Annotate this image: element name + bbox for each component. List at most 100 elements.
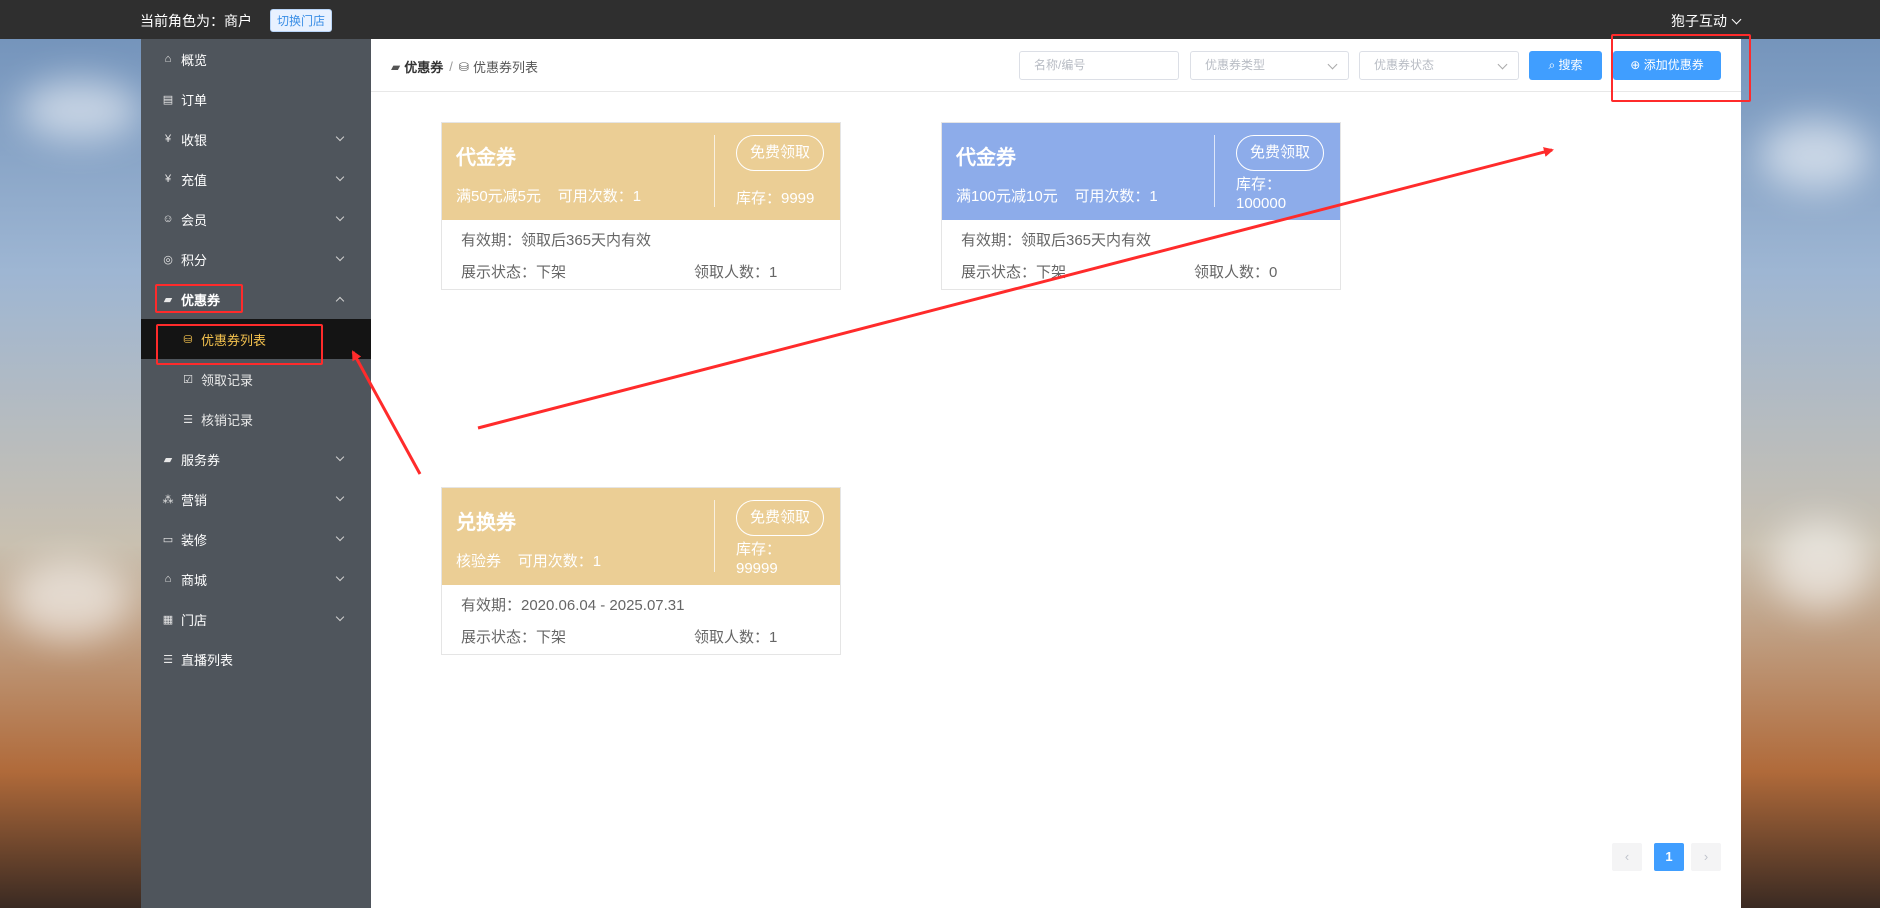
coupon-condition: 核验券 可用次数：1	[456, 550, 601, 571]
member-icon: ☺	[162, 213, 174, 225]
chevron-down-icon	[335, 172, 345, 182]
sidebar-item-points[interactable]: ◎ 积分	[141, 239, 371, 279]
add-coupon-button-label: 添加优惠券	[1643, 58, 1704, 72]
sidebar-item-recharge[interactable]: ¥ 充值	[141, 159, 371, 199]
sidebar-item-label: 核销记录	[201, 412, 254, 428]
sidebar-item-marketing[interactable]: ⁂ 营销	[141, 479, 371, 519]
free-claim-badge[interactable]: 免费领取	[1236, 135, 1324, 171]
coupon-condition-text: 核验券	[456, 553, 502, 570]
sidebar-item-service-coupons[interactable]: ▰ 服务券	[141, 439, 371, 479]
sidebar-item-cashier[interactable]: ¥ 收银	[141, 119, 371, 159]
sidebar-item-coupons[interactable]: ▰ 优惠券	[141, 279, 371, 319]
chevron-down-icon	[1731, 14, 1742, 25]
coupon-stock: 库存：99999	[736, 541, 782, 577]
chevron-down-icon	[335, 492, 345, 502]
coupon-display-status: 展示状态：下架	[461, 264, 567, 281]
free-claim-badge[interactable]: 免费领取	[736, 135, 824, 171]
coupon-card[interactable]: 兑换券 核验券 可用次数：1 免费领取 库存：99999 有效期：2020.06…	[441, 487, 841, 655]
sidebar-subitem-coupon-list[interactable]: ⛁ 优惠券列表	[141, 319, 371, 359]
breadcrumb: ▰ 优惠券 / ⛁ 优惠券列表	[391, 57, 538, 76]
top-bar: 当前角色为：商户 切换门店 狍子互动	[0, 0, 1880, 39]
breadcrumb-root[interactable]: 优惠券	[404, 57, 443, 76]
sidebar-item-label: 优惠券列表	[201, 332, 267, 348]
sidebar-item-label: 营销	[181, 492, 208, 508]
search-icon: ⌕	[1548, 58, 1556, 72]
chevron-down-icon	[335, 572, 345, 582]
coupon-stock: 库存：100000	[1236, 176, 1287, 212]
coupon-card[interactable]: 代金券 满50元减5元 可用次数：1 免费领取 库存：9999 有效期：领取后3…	[441, 122, 841, 290]
sidebar-item-label: 优惠券	[181, 292, 221, 308]
coupon-condition-text: 满100元减10元	[956, 188, 1058, 205]
coupon-uses: 可用次数：1	[1074, 188, 1158, 205]
current-role-text: 当前角色为：商户	[140, 13, 252, 29]
sidebar-item-members[interactable]: ☺ 会员	[141, 199, 371, 239]
chevron-down-icon	[335, 132, 345, 142]
coupon-card[interactable]: 代金券 满100元减10元 可用次数：1 免费领取 库存：100000 有效期：…	[941, 122, 1341, 290]
chevron-down-icon	[335, 212, 345, 222]
coupon-title: 兑换券	[456, 512, 516, 534]
store-icon: ▦	[162, 613, 174, 626]
list-icon: ☰	[183, 413, 193, 426]
chevron-down-icon	[1497, 59, 1508, 70]
name-number-input[interactable]: 名称/编号	[1019, 51, 1179, 80]
pagination-page-current[interactable]: 1	[1654, 843, 1684, 871]
coupon-status-select[interactable]: 优惠券状态	[1359, 51, 1519, 80]
coupon-type-select[interactable]: 优惠券类型	[1190, 51, 1349, 80]
decorate-icon: ▭	[162, 533, 174, 546]
coupon-stock: 库存：9999	[736, 190, 815, 207]
coupon-icon: ▰	[163, 293, 173, 306]
chevron-down-icon	[1327, 59, 1338, 70]
sidebar-item-label: 服务券	[181, 452, 221, 468]
page-header: ▰ 优惠券 / ⛁ 优惠券列表 名称/编号 优惠券类型 优惠券状态 ⌕ 搜索 ⊕…	[371, 39, 1741, 92]
select-placeholder: 优惠券状态	[1374, 58, 1435, 72]
coupon-list-icon: ⛁	[183, 333, 193, 346]
coupon-validity: 有效期：2020.06.04 - 2025.07.31	[461, 597, 685, 614]
coupon-condition: 满100元减10元 可用次数：1	[956, 185, 1158, 206]
points-icon: ◎	[163, 253, 173, 266]
list-icon: ☰	[163, 653, 173, 666]
sidebar-item-mall[interactable]: ⌂ 商城	[141, 559, 371, 599]
sidebar-item-stores[interactable]: ▦ 门店	[141, 599, 371, 639]
free-claim-badge[interactable]: 免费领取	[736, 500, 824, 536]
order-icon: ▤	[162, 93, 174, 106]
home-icon: ⌂	[164, 53, 172, 65]
add-coupon-button[interactable]: ⊕ 添加优惠券	[1613, 51, 1721, 80]
coupon-list-icon: ⛁	[458, 59, 469, 74]
switch-store-button[interactable]: 切换门店	[270, 9, 333, 32]
user-name: 狍子互动	[1671, 13, 1727, 29]
input-placeholder: 名称/编号	[1034, 58, 1086, 72]
sidebar: ⌂ 概览 ▤ 订单 ¥ 收银 ¥ 充值 ☺ 会员 ◎ 积分 ▰ 优惠券 ⛁ 优惠券列表 ☑ 领取记…	[141, 39, 371, 908]
coupon-claimed-count: 领取人数：1	[694, 629, 778, 646]
ticket-icon: ▰	[163, 453, 173, 466]
sidebar-item-live-list[interactable]: ☰ 直播列表	[141, 639, 371, 679]
chevron-down-icon	[335, 532, 345, 542]
coupon-condition-text: 满50元减5元	[456, 188, 542, 205]
select-placeholder: 优惠券类型	[1205, 58, 1266, 72]
coupon-divider	[1214, 135, 1215, 207]
chevron-up-icon	[335, 296, 345, 306]
pagination-prev-button[interactable]: ‹	[1612, 843, 1642, 871]
pagination-next-button[interactable]: ›	[1691, 843, 1721, 871]
sidebar-item-label: 充值	[181, 172, 208, 188]
sidebar-item-label: 门店	[181, 612, 208, 628]
breadcrumb-current: 优惠券列表	[472, 60, 538, 75]
sidebar-item-label: 订单	[181, 92, 208, 108]
coupon-divider	[714, 135, 715, 207]
coupon-title: 代金券	[956, 147, 1016, 169]
sidebar-item-orders[interactable]: ▤ 订单	[141, 79, 371, 119]
user-menu[interactable]: 狍子互动	[1671, 11, 1742, 31]
chevron-down-icon	[335, 612, 345, 622]
coupon-card-header: 代金券 满100元减10元 可用次数：1 免费领取 库存：100000	[942, 123, 1340, 220]
sidebar-item-decoration[interactable]: ▭ 装修	[141, 519, 371, 559]
coupon-display-status: 展示状态：下架	[461, 629, 567, 646]
coupon-divider	[714, 500, 715, 572]
mall-icon: ⌂	[164, 573, 172, 585]
sidebar-item-label: 积分	[181, 252, 208, 268]
yen-icon: ¥	[164, 173, 172, 185]
search-button[interactable]: ⌕ 搜索	[1529, 51, 1602, 80]
sidebar-subitem-redeem-records[interactable]: ☰ 核销记录	[141, 399, 371, 439]
sidebar-item-overview[interactable]: ⌂ 概览	[141, 39, 371, 79]
coupon-card-header: 代金券 满50元减5元 可用次数：1 免费领取 库存：9999	[442, 123, 840, 220]
sidebar-subitem-claim-records[interactable]: ☑ 领取记录	[141, 359, 371, 399]
sidebar-item-label: 装修	[181, 532, 208, 548]
